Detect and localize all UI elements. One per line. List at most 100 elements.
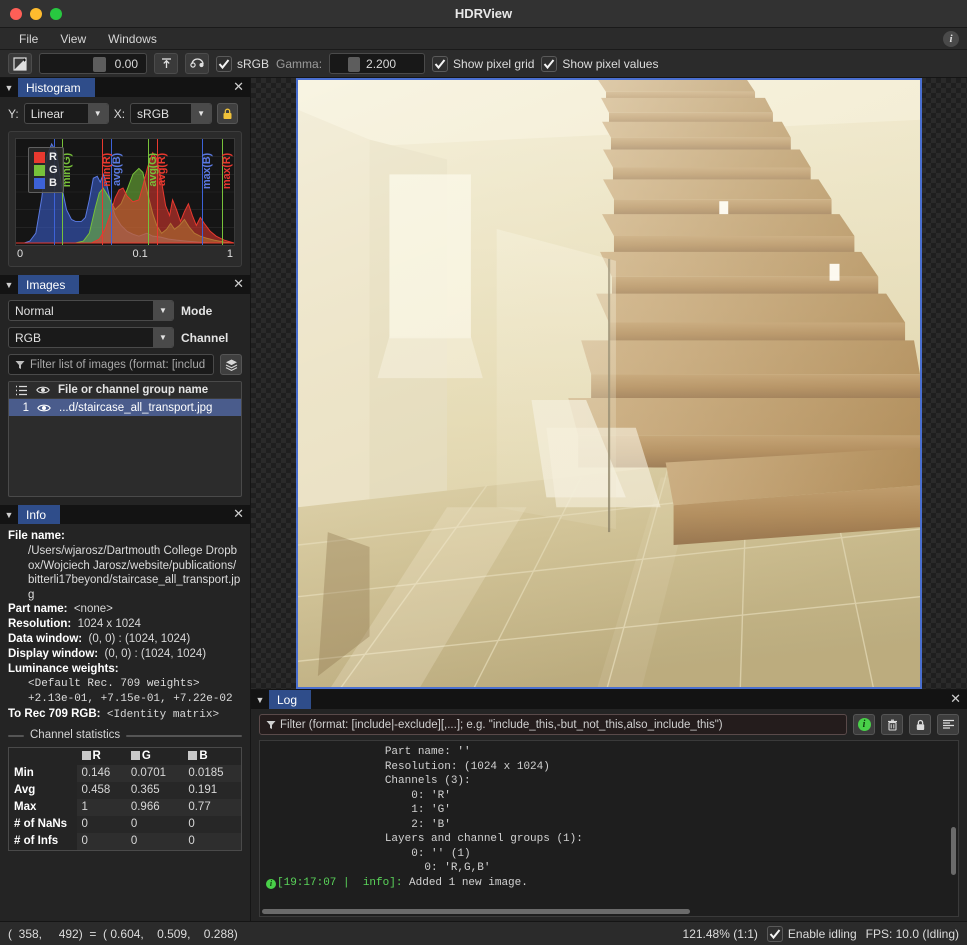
chevron-down-icon[interactable]: ▼	[87, 104, 108, 123]
stats-cell: 0.0701	[125, 765, 184, 782]
histogram-plot[interactable]: min(G) min(R) avg(B) avg(G) avg(R) max(B…	[15, 138, 235, 246]
menu-bar: File View Windows i	[0, 28, 967, 50]
log-filter-input[interactable]: Filter (format: [include|-exclude][,...]…	[259, 714, 847, 735]
enable-idling-checkbox[interactable]	[766, 925, 783, 942]
histogram-box: min(G) min(R) avg(B) avg(G) avg(R) max(B…	[8, 131, 242, 267]
log-output[interactable]: Part name: '' Resolution: (1024 x 1024) …	[259, 740, 959, 917]
pixel-values-checkbox-group[interactable]: Show pixel values	[541, 55, 658, 72]
image-canvas[interactable]	[296, 78, 922, 689]
log-horizontal-scrollbar[interactable]	[262, 909, 690, 914]
image-viewport[interactable]	[251, 78, 967, 689]
close-icon[interactable]: ✕	[233, 80, 244, 94]
exposure-icon[interactable]	[8, 53, 32, 74]
chevron-down-icon[interactable]: ▼	[0, 83, 18, 93]
gamma-input[interactable]: 2.200	[329, 53, 426, 74]
chevron-down-icon[interactable]: ▼	[191, 104, 212, 123]
part-name-row: Part name: <none>	[8, 602, 242, 617]
stats-cell: 0.191	[183, 782, 242, 799]
info-panel: File name: /Users/wjarosz/Dartmouth Coll…	[0, 524, 250, 921]
data-window-label: Data window:	[8, 633, 83, 645]
close-icon[interactable]: ✕	[233, 507, 244, 521]
srgb-checkbox[interactable]	[216, 55, 232, 72]
log-line: 0: 'R'	[266, 789, 451, 802]
channel-row: RGB ▼ Channel	[8, 327, 242, 348]
funnel-icon	[15, 360, 25, 369]
log-line: Layers and channel groups (1):	[266, 833, 583, 845]
stats-row-label: Avg	[14, 784, 36, 796]
stats-cell: 0.0185	[183, 765, 242, 782]
stats-cell: 0	[183, 833, 242, 851]
menu-view[interactable]: View	[51, 30, 95, 48]
arrow-up-icon[interactable]	[154, 53, 178, 74]
pixel-values-checkbox[interactable]	[541, 55, 558, 72]
log-line: 1: 'G'	[266, 804, 451, 816]
histogram-marker-label: max(B)	[201, 153, 214, 190]
stats-cell: 0	[125, 833, 184, 851]
pixel-grid-checkbox[interactable]	[432, 55, 449, 72]
data-window-value: (0, 0) : (1024, 1024)	[88, 633, 191, 645]
images-panel-header[interactable]: ▼ Images ✕	[0, 275, 250, 294]
chevron-down-icon[interactable]: ▼	[0, 510, 18, 520]
close-window-button[interactable]	[10, 7, 22, 20]
rec709-row: To Rec 709 RGB: <Identity matrix>	[8, 707, 242, 723]
channel-select[interactable]: RGB ▼	[8, 327, 174, 348]
srgb-checkbox-group[interactable]: sRGB	[216, 55, 269, 72]
stats-cell: 0	[76, 816, 126, 833]
layers-icon[interactable]	[220, 354, 242, 375]
chevron-down-icon[interactable]: ▼	[153, 328, 173, 347]
histogram-legend: R G B	[28, 147, 64, 193]
images-filter-row: Filter list of images (format: [includ	[8, 354, 242, 375]
about-info-icon[interactable]: i	[943, 31, 959, 47]
menu-windows[interactable]: Windows	[99, 30, 166, 48]
channel-statistics-title: Channel statistics	[30, 729, 121, 741]
gamma-value: 2.200	[366, 56, 397, 71]
histogram-y-select[interactable]: Linear ▼	[23, 103, 109, 124]
eye-icon	[37, 404, 51, 411]
log-message: Added 1 new image.	[402, 876, 528, 889]
mode-select[interactable]: Normal ▼	[8, 300, 174, 321]
images-list[interactable]: File or channel group name 1 ...d/stairc…	[8, 381, 242, 497]
mode-row: Normal ▼ Mode	[8, 300, 242, 321]
info-level-icon[interactable]: i	[853, 714, 875, 735]
gamma-label: Gamma:	[276, 56, 323, 71]
histogram-x-select[interactable]: sRGB ▼	[130, 103, 213, 124]
histogram-panel-header[interactable]: ▼ Histogram ✕	[0, 78, 250, 97]
trash-icon[interactable]	[881, 714, 903, 735]
histogram-y-label: Y:	[8, 106, 19, 121]
log-panel-header[interactable]: ▼ Log ✕	[251, 690, 967, 709]
list-item[interactable]: 1 ...d/staircase_all_transport.jpg	[9, 399, 241, 416]
chevron-down-icon[interactable]: ▼	[0, 280, 18, 290]
file-name-label: File name:	[8, 529, 242, 544]
align-lines-icon[interactable]	[937, 714, 959, 735]
pixel-grid-checkbox-group[interactable]: Show pixel grid	[432, 55, 534, 72]
close-icon[interactable]: ✕	[233, 277, 244, 291]
main-body: ▼ Histogram ✕ Y: Linear ▼ X: sRGB ▼ min(…	[0, 78, 967, 921]
minimize-window-button[interactable]	[30, 7, 42, 20]
lock-icon[interactable]	[217, 103, 239, 124]
status-right-group: 121.48% (1:1) Enable idling FPS: 10.0 (I…	[683, 925, 959, 942]
close-icon[interactable]: ✕	[950, 692, 961, 706]
display-window-value: (0, 0) : (1024, 1024)	[104, 648, 207, 660]
zoom-window-button[interactable]	[50, 7, 62, 20]
hdrview-window: HDRView File View Windows i 0.00 sRGB Ga…	[0, 0, 967, 945]
enable-idling-group[interactable]: Enable idling	[766, 925, 857, 942]
table-row: # of NaNs 0 0 0	[9, 816, 242, 833]
lock-icon[interactable]	[909, 714, 931, 735]
title-bar: HDRView	[0, 0, 967, 28]
info-panel-header[interactable]: ▼ Info ✕	[0, 505, 250, 524]
toolbar: 0.00 sRGB Gamma: 2.200 Show pixel grid S…	[0, 50, 967, 78]
histogram-axis: 0 0.1 1	[15, 246, 235, 260]
chevron-down-icon[interactable]: ▼	[251, 695, 269, 705]
log-entry-last: i [19:17:07 | info]: Added 1 new image.	[266, 876, 952, 891]
gamma-slider-knob[interactable]	[348, 57, 361, 72]
legend-swatch-g	[34, 164, 45, 176]
window-title: HDRView	[454, 6, 513, 21]
reset-exposure-icon[interactable]	[185, 53, 209, 74]
menu-file[interactable]: File	[10, 30, 47, 48]
chevron-down-icon[interactable]: ▼	[153, 301, 173, 320]
resolution-value: 1024 x 1024	[77, 618, 141, 630]
exposure-slider-knob[interactable]	[93, 57, 106, 72]
log-vertical-scrollbar[interactable]	[951, 827, 956, 875]
images-filter-input[interactable]: Filter list of images (format: [includ	[8, 354, 214, 375]
exposure-input[interactable]: 0.00	[39, 53, 147, 74]
